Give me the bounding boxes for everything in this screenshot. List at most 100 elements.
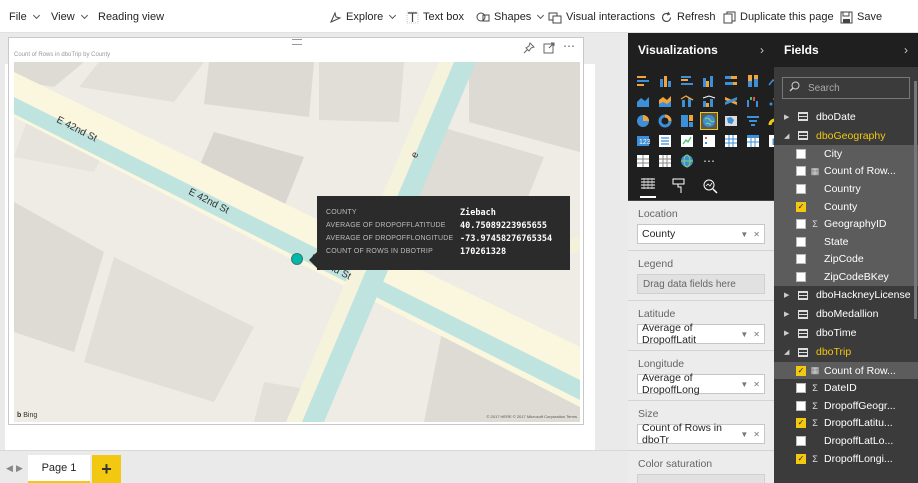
explore-button[interactable]: Explore bbox=[328, 9, 397, 25]
field-row[interactable]: DropoffLatLo... bbox=[774, 432, 918, 450]
globe-icon[interactable] bbox=[679, 153, 695, 169]
remove-field-icon[interactable]: ✕ bbox=[753, 380, 760, 389]
refresh-button[interactable]: Refresh bbox=[659, 9, 716, 25]
longitude-well-field[interactable]: Average of DropoffLong ▼ ✕ bbox=[637, 372, 765, 396]
field-row[interactable]: Country bbox=[774, 180, 918, 198]
checkbox-checked[interactable]: ✓ bbox=[796, 365, 806, 376]
color-saturation-drop-zone[interactable] bbox=[637, 474, 765, 483]
treemap-icon[interactable] bbox=[679, 113, 695, 129]
matrix-grid-icon[interactable] bbox=[657, 153, 673, 169]
legend-drop-zone[interactable]: Drag data fields here bbox=[637, 274, 765, 294]
field-row[interactable]: ✓ County bbox=[774, 197, 918, 216]
more-visuals-icon[interactable]: ⋯ bbox=[701, 153, 717, 169]
table-dboMedallion[interactable]: ▶ dboMedallion bbox=[774, 305, 918, 324]
checkbox[interactable] bbox=[796, 148, 806, 159]
remove-field-icon[interactable]: ✕ bbox=[753, 330, 760, 339]
area-chart-icon[interactable] bbox=[635, 93, 651, 109]
field-row[interactable]: ZipCode bbox=[774, 250, 918, 269]
checkbox[interactable] bbox=[796, 383, 806, 394]
checkbox-checked[interactable]: ✓ bbox=[796, 453, 806, 464]
table-dboTime[interactable]: ▶ dboTime bbox=[774, 324, 918, 343]
fields-scrollbar[interactable] bbox=[914, 81, 917, 319]
filled-map-icon[interactable] bbox=[723, 113, 739, 129]
line-and-column-chart-icon[interactable] bbox=[679, 93, 695, 109]
field-row[interactable]: ✓ Σ DropoffLongi... bbox=[774, 450, 918, 468]
checkbox[interactable] bbox=[796, 254, 806, 265]
slicer-icon[interactable] bbox=[701, 133, 717, 149]
fields-search-box[interactable]: Search bbox=[782, 77, 910, 99]
waterfall-chart-icon[interactable] bbox=[745, 93, 761, 109]
field-row[interactable]: ✓ ▦ Count of Row... bbox=[774, 361, 918, 380]
stacked-bar-chart-icon[interactable] bbox=[635, 73, 651, 89]
table-dboTrip[interactable]: ◢ dboTrip bbox=[774, 343, 918, 362]
checkbox-checked[interactable]: ✓ bbox=[796, 418, 806, 429]
collapse-chevron-icon[interactable]: › bbox=[760, 43, 764, 57]
field-row[interactable]: Σ DateID bbox=[774, 379, 918, 397]
next-page-icon[interactable]: ▶ bbox=[16, 463, 23, 474]
line-and-clustered-column-icon[interactable] bbox=[701, 93, 717, 109]
analytics-magnifier-icon[interactable] bbox=[702, 178, 718, 197]
kpi-icon[interactable] bbox=[679, 133, 695, 149]
clustered-bar-chart-icon[interactable] bbox=[679, 73, 695, 89]
funnel-icon[interactable] bbox=[745, 113, 761, 129]
add-page-button[interactable]: + bbox=[92, 455, 121, 483]
table-dboGeography[interactable]: ◢ dboGeography bbox=[774, 126, 918, 145]
checkbox[interactable] bbox=[796, 219, 806, 230]
latitude-well-field[interactable]: Average of DropoffLatit ▼ ✕ bbox=[637, 322, 765, 346]
remove-field-icon[interactable]: ✕ bbox=[753, 430, 760, 439]
table-icon[interactable] bbox=[723, 133, 739, 149]
text-box-button[interactable]: Text box bbox=[405, 9, 464, 25]
drag-grip-icon[interactable] bbox=[292, 39, 302, 45]
dropdown-icon[interactable]: ▼ bbox=[740, 230, 748, 239]
field-row[interactable]: Σ GeographyID bbox=[774, 215, 918, 233]
prev-page-icon[interactable]: ◀ bbox=[6, 463, 13, 474]
view-menu[interactable]: View bbox=[51, 9, 88, 25]
remove-field-icon[interactable]: ✕ bbox=[753, 230, 760, 239]
table-dboHackneyLicense[interactable]: ▶ dboHackneyLicense bbox=[774, 286, 918, 305]
fields-well-tab-icon[interactable] bbox=[640, 177, 656, 198]
collapse-chevron-icon[interactable]: › bbox=[904, 43, 908, 57]
duplicate-page-button[interactable]: Duplicate this page bbox=[722, 9, 834, 25]
shapes-button[interactable]: Shapes bbox=[476, 9, 545, 25]
stacked-column-chart-icon[interactable] bbox=[657, 73, 673, 89]
field-row[interactable]: ▦ Count of Row... bbox=[774, 162, 918, 181]
tab-page-1[interactable]: Page 1 bbox=[28, 455, 90, 483]
dropdown-icon[interactable]: ▼ bbox=[740, 430, 748, 439]
size-well-field[interactable]: Count of Rows in dboTr ▼ ✕ bbox=[637, 422, 765, 446]
dropdown-icon[interactable]: ▼ bbox=[740, 330, 748, 339]
multi-row-card-icon[interactable] bbox=[657, 133, 673, 149]
checkbox[interactable] bbox=[796, 435, 806, 446]
pin-icon[interactable] bbox=[523, 42, 535, 57]
field-row[interactable]: Σ DropoffGeogr... bbox=[774, 397, 918, 415]
field-row[interactable]: State bbox=[774, 232, 918, 251]
map-data-point[interactable] bbox=[291, 253, 303, 265]
file-menu[interactable]: File bbox=[9, 9, 40, 25]
checkbox[interactable] bbox=[796, 166, 806, 177]
100-stacked-column-icon[interactable] bbox=[745, 73, 761, 89]
donut-chart-icon[interactable] bbox=[657, 113, 673, 129]
pie-chart-icon[interactable] bbox=[635, 113, 651, 129]
dropdown-icon[interactable]: ▼ bbox=[740, 380, 748, 389]
stacked-area-chart-icon[interactable] bbox=[657, 93, 673, 109]
checkbox[interactable] bbox=[796, 183, 806, 194]
checkbox-checked[interactable]: ✓ bbox=[796, 201, 806, 212]
100-stacked-bar-icon[interactable] bbox=[723, 73, 739, 89]
field-row[interactable]: ✓ Σ DropoffLatitu... bbox=[774, 415, 918, 433]
ribbon-chart-icon[interactable] bbox=[723, 93, 739, 109]
field-row[interactable]: ZipCodeBKey bbox=[774, 268, 918, 286]
visual-interactions-button[interactable]: Visual interactions bbox=[548, 9, 655, 25]
field-row[interactable]: City bbox=[774, 145, 918, 163]
checkbox[interactable] bbox=[796, 271, 806, 282]
save-button[interactable]: Save bbox=[839, 9, 882, 25]
checkbox[interactable] bbox=[796, 400, 806, 411]
checkbox[interactable] bbox=[796, 236, 806, 247]
matrix-icon[interactable] bbox=[745, 133, 761, 149]
clustered-column-chart-icon[interactable] bbox=[701, 73, 717, 89]
card-icon[interactable]: 123 bbox=[635, 133, 651, 149]
more-options-icon[interactable]: ⋯ bbox=[563, 40, 575, 57]
focus-mode-icon[interactable] bbox=[543, 42, 555, 57]
location-well-field[interactable]: County ▼ ✕ bbox=[637, 224, 765, 244]
map-icon[interactable] bbox=[700, 112, 718, 130]
format-paint-roller-icon[interactable] bbox=[672, 178, 686, 197]
reading-view-button[interactable]: Reading view bbox=[98, 9, 164, 25]
